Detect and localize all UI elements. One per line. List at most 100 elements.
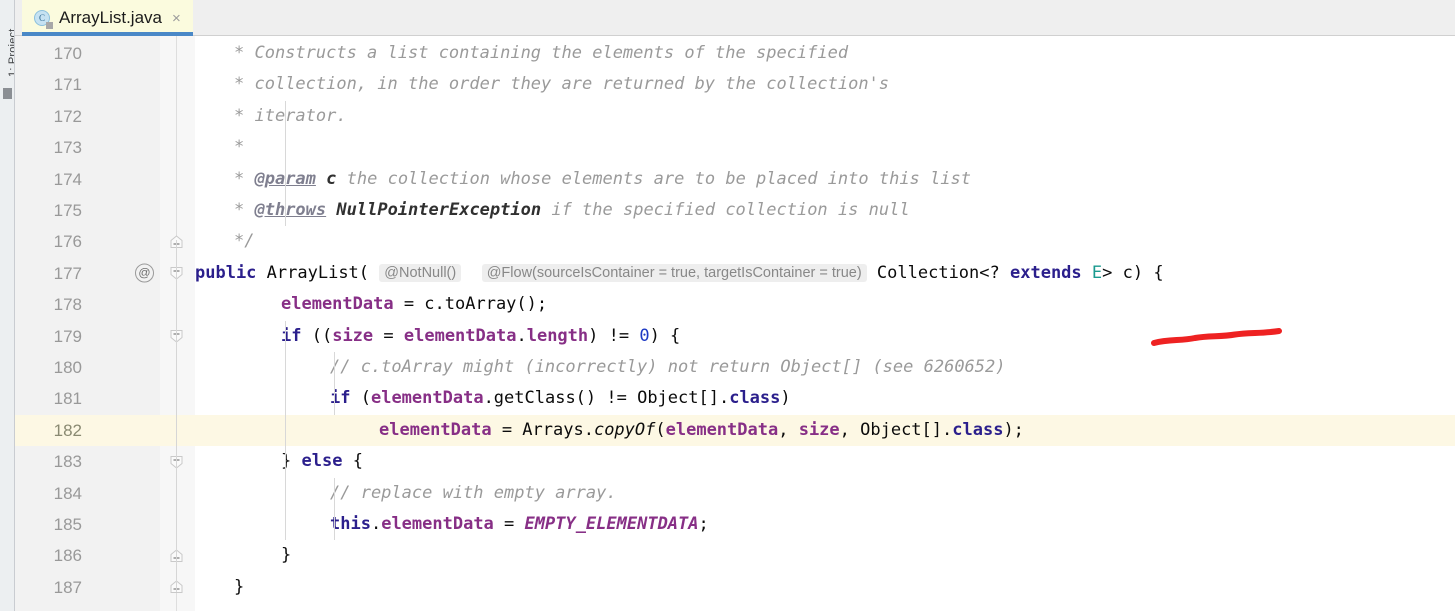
left-tool-strip: 1: Project <box>0 0 15 611</box>
code-token: * <box>234 200 255 220</box>
code-token: size <box>332 325 374 346</box>
code-token: ; <box>698 514 709 534</box>
at-annotation-icon[interactable]: @ <box>135 263 154 283</box>
editor-line-row[interactable]: 179 if ((size = elementData.length) != 0)… <box>15 321 1455 352</box>
code-token: elementData <box>665 419 779 440</box>
editor-line-row[interactable]: 186} <box>15 540 1455 571</box>
code-line-text[interactable]: elementData = Arrays.copyOf(elementData,… <box>379 415 1024 446</box>
line-number: 170 <box>53 44 82 63</box>
code-token: class <box>729 388 781 409</box>
code-token: */ <box>234 231 255 252</box>
editor-line-row[interactable]: 171 * collection, in the order they are r… <box>15 69 1455 100</box>
line-number: 180 <box>53 358 82 377</box>
editor-line-row[interactable]: 183} else { <box>15 446 1455 477</box>
code-token: EMPTY_ELEMENTDATA <box>524 514 699 534</box>
editor-line-row[interactable]: 170 * Constructs a list containing the el… <box>15 38 1455 69</box>
editor-line-row[interactable]: 184 // replace with empty array. <box>15 478 1455 509</box>
indent-guide <box>285 320 286 541</box>
line-number: 179 <box>53 326 82 346</box>
editor-tab-bar: C ArrayList.java × <box>15 0 1455 36</box>
code-line-text[interactable]: */ <box>234 226 254 257</box>
code-token: = Arrays. <box>491 419 594 440</box>
code-line-text[interactable]: if (elementData.getClass() != Object[].c… <box>330 383 791 414</box>
code-token: NullPointerException <box>336 200 542 220</box>
code-token: . <box>516 325 527 346</box>
code-token: public <box>195 262 257 283</box>
line-number: 171 <box>53 75 82 95</box>
editor-tab-label: ArrayList.java <box>59 8 162 27</box>
close-icon[interactable]: × <box>170 11 183 26</box>
code-token: . <box>370 514 382 534</box>
code-line-text[interactable]: elementData = c.toArray(); <box>281 289 547 320</box>
ide-editor-window: 1: Project C ArrayList.java × 170 * Const… <box>0 0 1455 611</box>
editor-line-row[interactable]: 178 elementData = c.toArray(); <box>15 289 1455 320</box>
code-token: else <box>301 451 343 472</box>
code-token: @Flow(sourceIsContainer = true, targetIs… <box>481 263 867 282</box>
line-number: 175 <box>53 201 82 220</box>
code-token: ( <box>655 419 666 440</box>
code-token: { <box>342 451 363 472</box>
editor-line-row[interactable]: 177 @ public ArrayList( @NotNull() @Flow(s… <box>15 258 1455 289</box>
code-line-text[interactable]: this.elementData = EMPTY_ELEMENTDATA; <box>330 509 709 540</box>
code-token: = <box>373 325 404 346</box>
code-token: ); <box>1003 419 1024 440</box>
code-line-text[interactable]: * Constructs a list containing the eleme… <box>234 38 848 69</box>
code-line-text[interactable]: // c.toArray might (incorrectly) not ret… <box>330 352 1006 383</box>
code-token: elementData <box>370 388 484 409</box>
editor-line-row[interactable]: 187} <box>15 572 1455 603</box>
code-line-text[interactable]: } else { <box>281 446 363 477</box>
code-token: ArrayList <box>266 262 359 283</box>
editor-line-row[interactable]: 185 this.elementData = EMPTY_ELEMENTDATA; <box>15 509 1455 540</box>
tool-window-button-project[interactable]: 1: Project <box>7 7 14 77</box>
indent-guide <box>334 477 335 541</box>
code-line-text[interactable]: } <box>281 540 291 571</box>
editor-line-row[interactable]: 182 elementData = Arrays.copyOf(elementDa… <box>15 414 1455 447</box>
code-token: c <box>326 168 337 189</box>
code-token: ) { <box>649 325 681 346</box>
code-line-text[interactable]: } <box>234 572 244 603</box>
code-editor[interactable]: 170 * Constructs a list containing the el… <box>15 36 1455 611</box>
editor-line-row[interactable]: 180 // c.toArray might (incorrectly) not … <box>15 352 1455 383</box>
code-token: } <box>281 545 292 566</box>
code-line-text[interactable]: * <box>234 132 244 163</box>
code-token: @NotNull() <box>379 263 462 282</box>
code-token: elementData <box>403 325 517 346</box>
code-line-text[interactable]: * @param c the collection whose elements… <box>234 164 971 195</box>
code-token: > c) { <box>1102 262 1164 283</box>
code-token: size <box>798 419 840 440</box>
code-line-text[interactable]: public ArrayList( @NotNull() @Flow(sourc… <box>195 258 1164 289</box>
indent-guide <box>334 352 335 415</box>
code-line-text[interactable]: if ((size = elementData.length) != 0) { <box>281 321 680 352</box>
java-class-icon: C <box>34 9 53 29</box>
tool-strip-handle[interactable] <box>3 88 12 99</box>
line-number: 181 <box>53 389 82 409</box>
editor-line-row[interactable]: 181 if (elementData.getClass() != Object[… <box>15 383 1455 414</box>
code-line-text[interactable]: * collection, in the order they are retu… <box>234 69 889 100</box>
code-token: elementData <box>381 514 494 534</box>
editor-tab-arraylist-java[interactable]: C ArrayList.java × <box>22 0 193 36</box>
code-token: = c.toArray(); <box>393 294 548 315</box>
line-number: 176 <box>53 232 82 252</box>
editor-line-row[interactable]: 176 */ <box>15 226 1455 257</box>
code-line-text[interactable]: // replace with empty array. <box>330 478 617 509</box>
code-token: ) <box>780 388 791 409</box>
code-line-text[interactable]: * @throws NullPointerException if the sp… <box>234 195 910 226</box>
code-token: elementData <box>281 294 394 315</box>
code-token: copyOf <box>593 419 656 440</box>
code-token: extends <box>1010 262 1082 283</box>
code-token: ( <box>350 388 371 409</box>
code-line-text[interactable]: * iterator. <box>234 101 347 132</box>
code-token: (( <box>301 325 333 346</box>
editor-line-row[interactable]: 175 * @throws NullPointerException if the… <box>15 195 1455 226</box>
line-number: 173 <box>53 138 82 158</box>
editor-line-row[interactable]: 173 * <box>15 132 1455 163</box>
code-token: the collection whose elements are to be … <box>336 168 971 189</box>
editor-line-row[interactable]: 174 * @param c the collection whose eleme… <box>15 164 1455 195</box>
code-token: * Constructs a list containing the eleme… <box>234 43 849 63</box>
editor-line-row[interactable]: 172 * iterator. <box>15 101 1455 132</box>
